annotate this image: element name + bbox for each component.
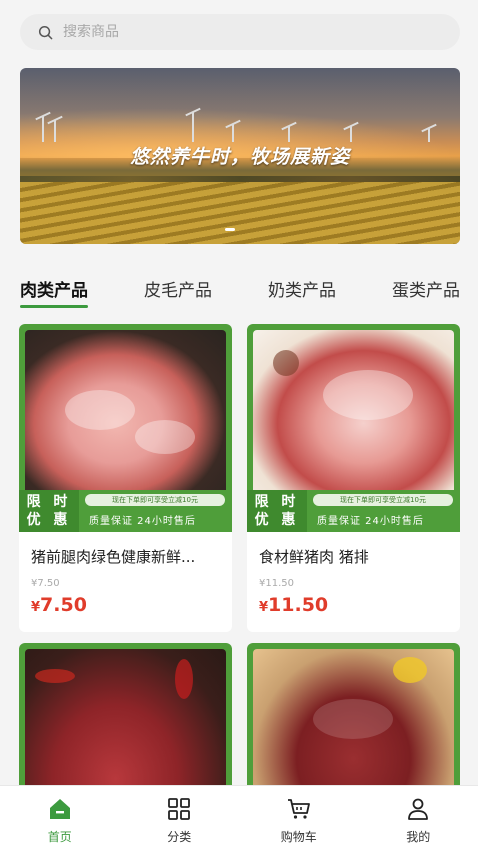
- product-card[interactable]: 限 时优 惠 现在下单即可享受立减10元 质量保证 24小时售后 猪前腿肉绿色健…: [19, 324, 232, 632]
- product-image[interactable]: 限 时优 惠 现在下单即可享受立减10元 质量保证 24小时售后: [247, 324, 460, 532]
- product-card[interactable]: [19, 643, 232, 793]
- user-icon: [408, 798, 429, 820]
- product-card[interactable]: [247, 643, 460, 793]
- promo-note: 现在下单即可享受立减10元: [85, 494, 225, 506]
- promo-tag: 限 时优 惠: [19, 490, 79, 532]
- nav-category[interactable]: 分类: [120, 786, 240, 850]
- nav-profile[interactable]: 我的: [359, 786, 478, 850]
- tab-meat[interactable]: 肉类产品: [20, 278, 88, 308]
- tab-fur[interactable]: 皮毛产品: [144, 278, 212, 308]
- promo-note: 现在下单即可享受立减10元: [313, 494, 453, 506]
- carousel-indicator[interactable]: [225, 228, 235, 231]
- product-price: ¥7.50: [31, 594, 87, 616]
- nav-home[interactable]: 首页: [0, 786, 120, 850]
- banner-title: 悠然养牛时，牧场展新姿: [129, 146, 350, 168]
- original-price: ¥11.50: [259, 578, 294, 589]
- promo-banner: 限 时优 惠 现在下单即可享受立减10元 质量保证 24小时售后: [247, 490, 460, 532]
- cart-icon: [287, 799, 310, 819]
- promo-tag: 限 时优 惠: [247, 490, 307, 532]
- bottom-nav: 首页 分类 购物车 我的: [0, 785, 478, 850]
- product-name: 猪前腿肉绿色健康新鲜...: [31, 548, 196, 566]
- guarantee-text: 质量保证 24小时售后: [317, 516, 424, 527]
- search-input[interactable]: [63, 24, 423, 40]
- tab-eggs[interactable]: 蛋类产品: [392, 278, 460, 308]
- search-icon: [38, 25, 53, 39]
- product-image[interactable]: 限 时优 惠 现在下单即可享受立减10元 质量保证 24小时售后: [19, 324, 232, 532]
- product-price: ¥11.50: [259, 594, 329, 616]
- original-price: ¥7.50: [31, 578, 60, 589]
- banner-carousel[interactable]: 悠然养牛时，牧场展新姿: [20, 68, 460, 244]
- home-icon: [49, 799, 70, 819]
- promo-banner: 限 时优 惠 现在下单即可享受立减10元 质量保证 24小时售后: [19, 490, 232, 532]
- nav-cart[interactable]: 购物车: [239, 786, 359, 850]
- tab-dairy[interactable]: 奶类产品: [268, 278, 336, 308]
- category-tabs: 肉类产品 皮毛产品 奶类产品 蛋类产品: [20, 278, 460, 308]
- category-icon: [168, 798, 191, 820]
- product-image[interactable]: [19, 643, 232, 793]
- product-image[interactable]: [247, 643, 460, 793]
- guarantee-text: 质量保证 24小时售后: [89, 516, 196, 527]
- product-card[interactable]: 限 时优 惠 现在下单即可享受立减10元 质量保证 24小时售后 食材鲜猪肉 猪…: [247, 324, 460, 632]
- product-name: 食材鲜猪肉 猪排: [259, 548, 369, 566]
- search-bar[interactable]: [20, 14, 460, 50]
